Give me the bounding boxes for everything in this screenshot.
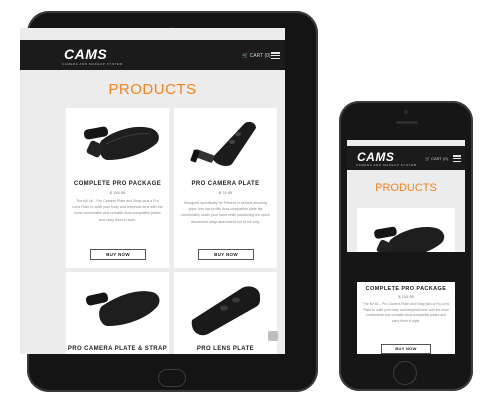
product-price: $ 74.95 bbox=[218, 190, 233, 195]
phone-navbar: CAMS CAMERA AND MAKEUP SYSTEM 🛒 CART (0) bbox=[347, 146, 465, 170]
phone-camera bbox=[404, 110, 408, 114]
product-name[interactable]: PRO CAMERA PLATE & STRAP bbox=[66, 346, 169, 352]
brand-logo[interactable]: CAMS bbox=[64, 46, 107, 62]
phone-home-button[interactable] bbox=[393, 361, 417, 385]
cart-link[interactable]: 🛒 CART (0) bbox=[425, 156, 448, 161]
product-name[interactable]: PRO CAMERA PLATE bbox=[174, 181, 277, 187]
brand-tagline: CAMERA AND MAKEUP SYSTEM bbox=[62, 62, 123, 66]
cart-count: (0) bbox=[264, 53, 271, 59]
product-name[interactable]: COMPLETE PRO PACKAGE bbox=[357, 286, 455, 292]
cart-icon: 🛒 bbox=[242, 53, 249, 59]
buy-now-button[interactable]: BUY NOW bbox=[198, 249, 254, 260]
phone-bezel-bottom bbox=[347, 252, 465, 259]
product-image-complete-pro-package[interactable] bbox=[363, 212, 449, 252]
product-card-pro-camera-plate-strap: PRO CAMERA PLATE & STRAP bbox=[66, 272, 169, 354]
hamburger-menu-icon[interactable] bbox=[271, 52, 280, 60]
product-card-complete-pro-package bbox=[357, 208, 455, 252]
cart-count: (0) bbox=[442, 156, 448, 161]
cart-label: CART bbox=[431, 156, 442, 161]
product-name[interactable]: COMPLETE PRO PACKAGE bbox=[66, 181, 169, 187]
phone-product-info: COMPLETE PRO PACKAGE $ 154.95 The full k… bbox=[357, 282, 455, 354]
product-price: $ 154.95 bbox=[109, 190, 126, 195]
product-image-pro-lens-plate[interactable] bbox=[182, 280, 270, 338]
product-card-pro-lens-plate: PRO LENS PLATE bbox=[174, 272, 277, 354]
product-card-pro-camera-plate: PRO CAMERA PLATE $ 74.95 Designed specif… bbox=[174, 108, 277, 268]
product-image-pro-camera-plate-strap[interactable] bbox=[72, 276, 164, 338]
arrow-up-icon[interactable] bbox=[268, 331, 278, 341]
brand-logo[interactable]: CAMS bbox=[357, 150, 394, 164]
tablet-home-button[interactable] bbox=[158, 369, 186, 387]
brand-tagline: CAMERA AND MAKEUP SYSTEM bbox=[356, 163, 417, 167]
product-price: $ 154.95 bbox=[398, 294, 414, 299]
product-description: The full kit – Pro Camera Plate and Stra… bbox=[362, 302, 450, 323]
product-description: Designed specifically for Fitment or ver… bbox=[181, 201, 270, 224]
cart-label: CART bbox=[249, 53, 264, 59]
product-description: The full kit – Pro Camera Plate and Stra… bbox=[72, 199, 163, 222]
page-title: PRODUCTS bbox=[375, 182, 437, 194]
product-image-complete-pro-package[interactable] bbox=[72, 114, 164, 174]
hamburger-menu-icon[interactable] bbox=[453, 155, 461, 163]
product-name[interactable]: PRO LENS PLATE bbox=[174, 346, 277, 352]
device-mockup: CAMS CAMERA AND MAKEUP SYSTEM 🛒 CART (0)… bbox=[0, 0, 500, 400]
cart-link[interactable]: 🛒 CART (0) bbox=[242, 53, 271, 59]
tablet-navbar: CAMS CAMERA AND MAKEUP SYSTEM 🛒 CART (0) bbox=[20, 40, 285, 70]
phone-speaker bbox=[396, 121, 418, 124]
page-title: PRODUCTS bbox=[108, 81, 197, 98]
buy-now-button[interactable]: BUY NOW bbox=[90, 249, 146, 260]
product-image-pro-camera-plate[interactable] bbox=[182, 112, 270, 174]
buy-now-button[interactable]: BUY NOW bbox=[381, 344, 431, 354]
cart-icon: 🛒 bbox=[425, 156, 430, 161]
product-card-complete-pro-package: COMPLETE PRO PACKAGE $ 154.95 The full k… bbox=[66, 108, 169, 268]
